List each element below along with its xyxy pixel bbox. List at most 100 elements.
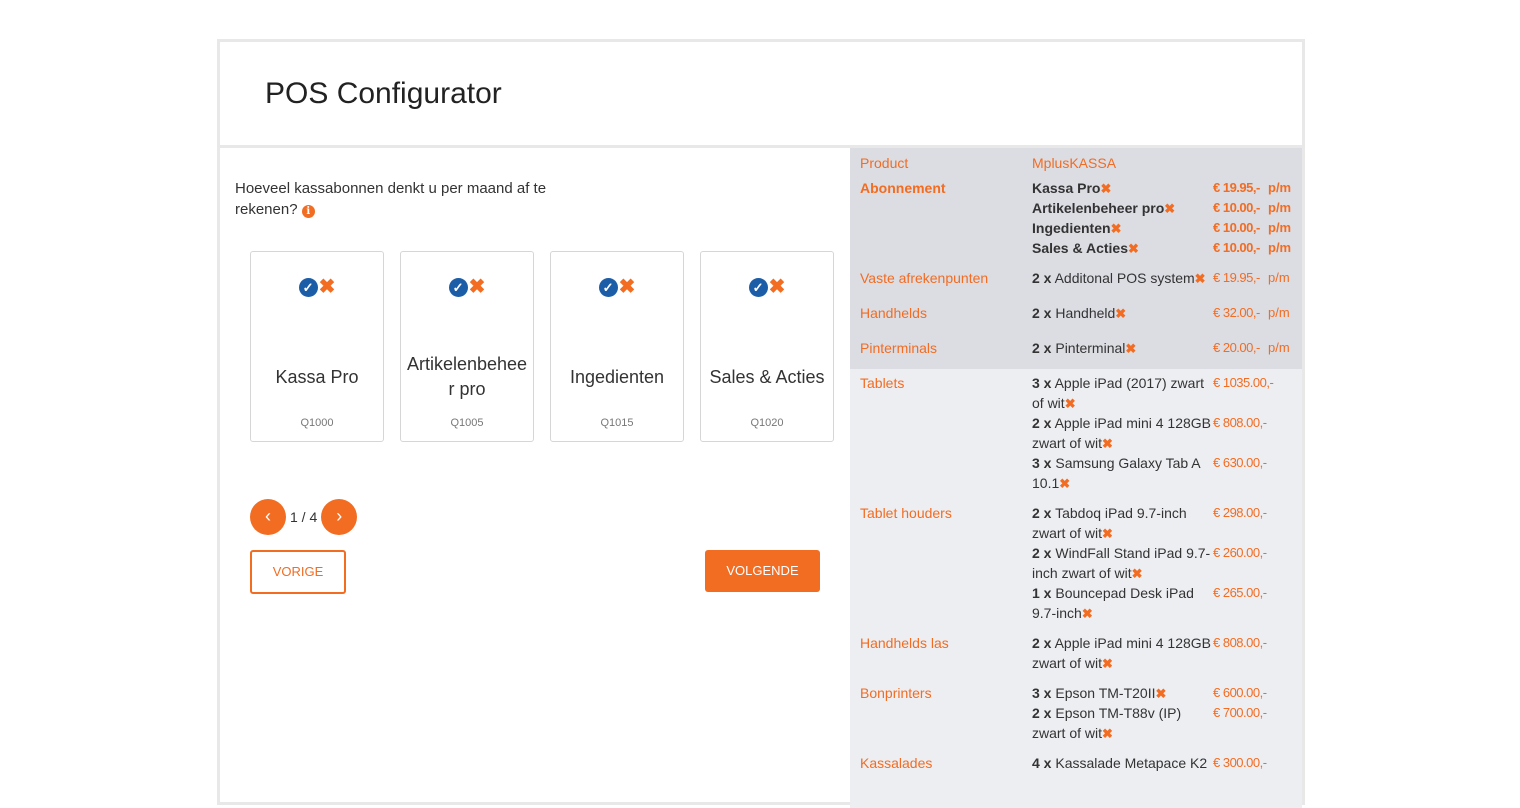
item-period: p/m [1268,200,1292,215]
option-label: Ingedienten [569,366,665,387]
remove-icon[interactable]: ✖ [1115,306,1126,321]
info-circle-icon[interactable]: i [301,205,315,218]
summary-item: 2 x Tabdoq iPad 9.7-inch zwart of wit✖ [1032,505,1187,541]
remove-icon[interactable]: ✖ [1100,181,1111,196]
next-button[interactable]: VOLGENDE [705,550,820,592]
summary-label: Kassalades [860,755,933,771]
remove-icon[interactable]: ✖ [1102,436,1113,451]
summary-item: 3 x Apple iPad (2017) zwart of wit✖ [1032,375,1205,411]
item-period: p/m [1268,180,1292,195]
item-price: € 20.00,- [1213,340,1260,355]
remove-icon[interactable]: ✖ [319,277,336,297]
item-price: € 19.95,- [1213,270,1260,285]
check-icon[interactable]: ✓ [448,278,468,297]
summary-item: 4 x Kassalade Metapace K2 [1032,755,1208,771]
chevron-right-icon[interactable]: › [321,499,358,535]
summary-item: Artikelenbeheer pro✖ [1032,200,1176,216]
item-price: € 19.95,- [1213,180,1260,195]
check-icon[interactable]: ✓ [298,278,318,297]
summary-panel: Product MplusKASSA Abonnement Kassa Pro✖… [850,148,1302,808]
item-period: p/m [1268,220,1292,235]
question-text: Hoeveel kassabonnen denkt u per maand af… [235,180,547,218]
summary-item: 2 x Apple iPad mini 4 128GB zwart of wit… [1032,415,1212,451]
item-price: € 808.00,- [1213,635,1267,650]
summary-item: Kassa Pro✖ [1032,180,1112,196]
item-price: € 298.00,- [1213,505,1267,520]
remove-icon[interactable]: ✖ [1059,476,1070,491]
remove-icon[interactable]: ✖ [469,277,486,297]
check-icon[interactable]: ✓ [598,278,618,297]
remove-icon[interactable]: ✖ [1102,526,1113,541]
item-price: € 265.00,- [1213,585,1267,600]
page-indicator: 1 / 4 [290,509,318,525]
summary-label: Product [860,155,909,171]
item-price: € 260.00,- [1213,545,1267,560]
item-price: € 630.00,- [1213,455,1267,470]
item-price: € 32.00,- [1213,305,1260,320]
summary-label: Abonnement [860,180,946,196]
item-price: € 10.00,- [1213,220,1260,235]
summary-label: Pinterminals [860,340,938,356]
remove-icon[interactable]: ✖ [1164,201,1175,216]
option-label: Kassa Pro [275,366,359,387]
item-price: € 600.00,- [1213,685,1267,700]
summary-label: Tablets [860,375,905,391]
item-period: p/m [1268,340,1290,355]
check-icon[interactable]: ✓ [748,278,768,297]
remove-icon[interactable]: ✖ [1195,271,1206,286]
summary-item: 2 x Apple iPad mini 4 128GB zwart of wit… [1032,635,1212,671]
remove-icon[interactable]: ✖ [1065,396,1076,411]
pager: ‹ 1 / 4 › [250,499,358,535]
remove-icon[interactable]: ✖ [619,277,636,297]
remove-icon[interactable]: ✖ [1132,566,1143,581]
option-card[interactable]: ✓ ✖ Artikelenbeheer pro Q1005 [400,251,534,442]
question: Hoeveel kassabonnen denkt u per maand af… [235,178,565,220]
summary-item: 1 x Bouncepad Desk iPad 9.7-inch✖ [1032,585,1194,621]
option-code: Q1000 [300,417,334,429]
configurator-card: POS Configurator Hoeveel kassabonnen den… [217,39,1305,808]
remove-icon[interactable]: ✖ [1102,726,1113,741]
option-card[interactable]: ✓ ✖ Kassa Pro Q1000 [250,251,384,442]
chevron-left-icon[interactable]: ‹ [250,499,286,535]
page-title: POS Configurator [265,77,502,110]
header: POS Configurator [220,42,1302,148]
summary-item: 2 x WindFall Stand iPad 9.7-inch zwart o… [1032,545,1211,581]
item-price: € 10.00,- [1213,200,1260,215]
summary-item: 2 x Handheld✖ [1032,305,1127,321]
summary-label: Handhelds [860,305,927,321]
option-label: Sales & Acties [709,366,825,387]
item-period: p/m [1268,305,1290,320]
previous-button[interactable]: VORIGE [250,550,346,594]
item-price: € 700.00,- [1213,705,1267,720]
remove-icon[interactable]: ✖ [769,277,786,297]
option-card[interactable]: ✓ ✖ Sales & Acties Q1020 [700,251,834,442]
item-period: p/m [1268,240,1292,255]
item-price: € 10.00,- [1213,240,1260,255]
option-card[interactable]: ✓ ✖ Ingedienten Q1015 [550,251,684,442]
summary-item: Sales & Acties✖ [1032,240,1139,256]
remove-icon[interactable]: ✖ [1102,656,1113,671]
summary-label: Tablet houders [860,505,952,521]
item-price: € 1035.00,- [1213,375,1274,390]
summary-item: 2 x Additonal POS system✖ [1032,270,1206,286]
summary-label: Handhelds las [860,635,949,651]
option-label: Artikelenbeheer pro [406,354,528,399]
remove-icon[interactable]: ✖ [1082,606,1093,621]
summary-item: 3 x Samsung Galaxy Tab A 10.1✖ [1032,455,1200,491]
item-period: p/m [1268,270,1290,285]
option-code: Q1005 [450,417,484,429]
option-code: Q1020 [750,417,784,429]
summary-item: 3 x Epson TM-T20II✖ [1032,685,1167,701]
remove-icon[interactable]: ✖ [1125,341,1136,356]
remove-icon[interactable]: ✖ [1111,221,1122,236]
item-price: € 300.00,- [1213,755,1267,770]
question-panel: Hoeveel kassabonnen denkt u per maand af… [220,148,850,808]
remove-icon[interactable]: ✖ [1128,241,1139,256]
summary-label: Vaste afrekenpunten [860,270,989,286]
remove-icon[interactable]: ✖ [1155,686,1166,701]
option-code: Q1015 [600,417,634,429]
summary-label: Bonprinters [860,685,932,701]
summary-item: 2 x Pinterminal✖ [1032,340,1137,356]
product-value: MplusKASSA [1032,155,1117,171]
summary-item: Ingedienten✖ [1032,220,1122,236]
